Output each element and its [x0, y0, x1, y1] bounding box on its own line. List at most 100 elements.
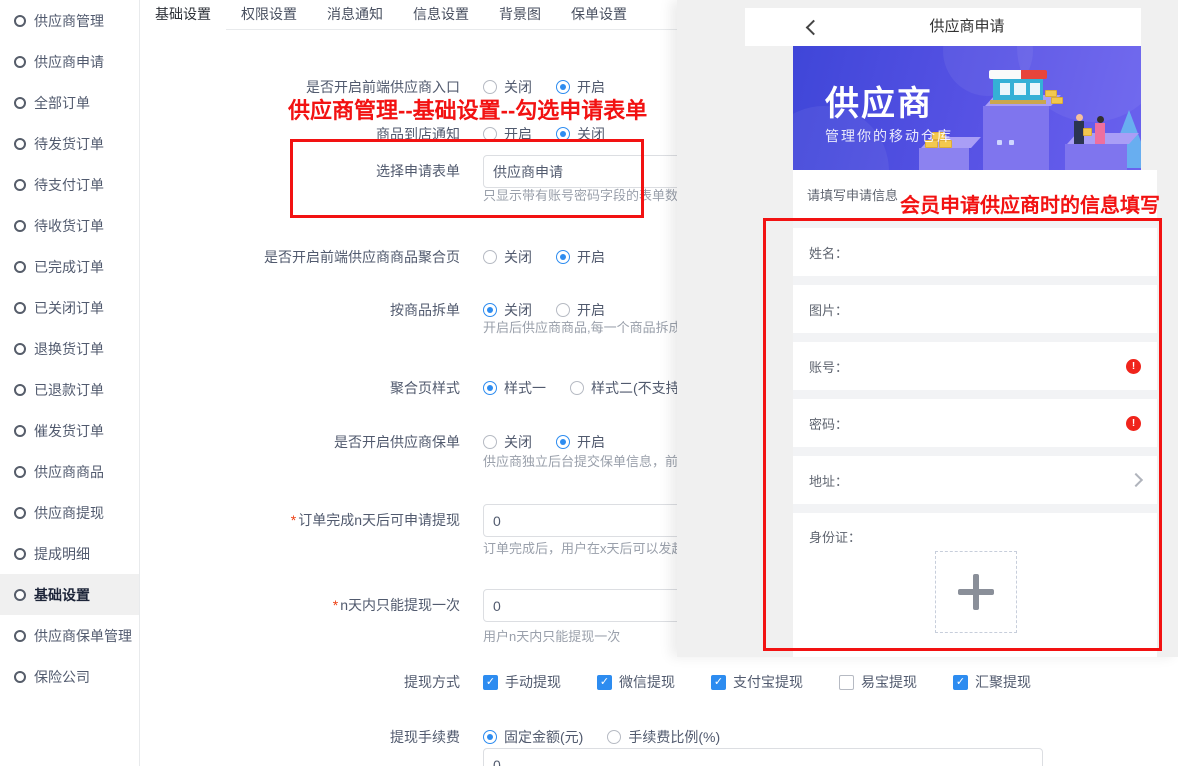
tab-policy-settings[interactable]: 保单设置: [556, 0, 642, 29]
tab-background-image[interactable]: 背景图: [484, 0, 556, 29]
circle-icon: [14, 589, 26, 601]
required-badge-icon: [1126, 359, 1141, 374]
radio-icon: [483, 127, 497, 141]
circle-icon: [14, 138, 26, 150]
radio-icon-selected: [483, 303, 497, 317]
radio-close[interactable]: 关闭: [483, 300, 532, 320]
field-row-address[interactable]: 地址：: [793, 456, 1157, 504]
sidebar-item-supplier-apply[interactable]: 供应商申请: [0, 41, 139, 82]
tab-message-notice[interactable]: 消息通知: [312, 0, 398, 29]
radio-open[interactable]: 开启: [483, 124, 532, 144]
store-icon: [989, 70, 1047, 104]
tab-info-settings[interactable]: 信息设置: [398, 0, 484, 29]
withdraw-methods-label: 提现方式: [140, 672, 460, 692]
sidebar-item-supplier-goods[interactable]: 供应商商品: [0, 451, 139, 492]
fee-input[interactable]: [483, 748, 1043, 766]
sidebar-item-label: 保险公司: [34, 667, 90, 687]
sidebar-item-refunded-orders[interactable]: 已退款订单: [0, 369, 139, 410]
tab-permission-settings[interactable]: 权限设置: [226, 0, 312, 29]
radio-label: 关闭: [577, 124, 605, 144]
pillar-dot: [1009, 140, 1014, 145]
field-row-password[interactable]: 密码：: [793, 399, 1157, 447]
radio-close[interactable]: 关闭: [483, 432, 532, 452]
field-row-account[interactable]: 账号：: [793, 342, 1157, 390]
radio-fixed-amount[interactable]: 固定金额(元): [483, 727, 583, 747]
checkbox-label: 易宝提现: [861, 672, 917, 692]
sidebar-item-return-orders[interactable]: 退换货订单: [0, 328, 139, 369]
sidebar-item-label: 供应商提现: [34, 503, 104, 523]
sidebar-item-label: 供应商保单管理: [34, 626, 132, 646]
checkbox-checked-icon: [953, 675, 968, 690]
person-female: [1095, 123, 1105, 144]
sidebar-item-supplier-manage[interactable]: 供应商管理: [0, 0, 139, 41]
field-label: 图片：: [809, 300, 848, 319]
checkbox-label: 支付宝提现: [733, 672, 803, 692]
pillar-left: [919, 148, 969, 170]
required-mark: *: [333, 597, 338, 613]
sidebar-item-label: 待发货订单: [34, 134, 104, 154]
fee-radio-group: 固定金额(元) 手续费比例(%): [483, 727, 720, 747]
sidebar-item-insurance-company[interactable]: 保险公司: [0, 656, 139, 697]
sidebar-item-to-pay-orders[interactable]: 待支付订单: [0, 164, 139, 205]
radio-close[interactable]: 关闭: [483, 247, 532, 267]
sidebar-item-to-ship-orders[interactable]: 待发货订单: [0, 123, 139, 164]
radio-fee-ratio[interactable]: 手续费比例(%): [607, 727, 720, 747]
radio-label: 关闭: [504, 300, 532, 320]
circle-icon: [14, 220, 26, 232]
pillar-dot: [997, 140, 1002, 145]
sidebar-item-label: 基础设置: [34, 585, 90, 605]
sidebar-item-basic-settings[interactable]: 基础设置: [0, 574, 139, 615]
withdraw-limit-label: *n天内只能提现一次: [140, 595, 460, 615]
sidebar-item-supplier-withdraw[interactable]: 供应商提现: [0, 492, 139, 533]
checkbox-alipay-withdraw[interactable]: 支付宝提现: [711, 672, 803, 692]
split-order-radio-group: 关闭 开启: [483, 300, 605, 320]
radio-icon: [570, 381, 584, 395]
aggregate-style-label: 聚合页样式: [140, 378, 460, 398]
sidebar-item-urge-ship-orders[interactable]: 催发货订单: [0, 410, 139, 451]
sidebar-item-commission-detail[interactable]: 提成明细: [0, 533, 139, 574]
person-head: [1097, 116, 1104, 123]
sidebar-item-completed-orders[interactable]: 已完成订单: [0, 246, 139, 287]
radio-open[interactable]: 开启: [556, 432, 605, 452]
circle-icon: [14, 343, 26, 355]
tab-basic-settings[interactable]: 基础设置: [140, 0, 226, 30]
field-row-idcard: 身份证：: [793, 513, 1157, 657]
circle-icon: [14, 97, 26, 109]
circle-icon: [14, 179, 26, 191]
radio-style-one[interactable]: 样式一: [483, 378, 546, 398]
sidebar-item-label: 供应商申请: [34, 52, 104, 72]
sidebar-item-policy-manage[interactable]: 供应商保单管理: [0, 615, 139, 656]
sidebar-item-all-orders[interactable]: 全部订单: [0, 82, 139, 123]
radio-open[interactable]: 开启: [556, 300, 605, 320]
banner-heading: 供应商: [825, 76, 933, 125]
sidebar-item-to-receive-orders[interactable]: 待收货订单: [0, 205, 139, 246]
sidebar-item-label: 已完成订单: [34, 257, 104, 277]
policy-radio-group: 关闭 开启: [483, 432, 605, 452]
upload-button[interactable]: [935, 551, 1017, 633]
radio-icon-selected: [483, 730, 497, 744]
radio-icon: [607, 730, 621, 744]
radio-icon-selected: [556, 250, 570, 264]
radio-icon: [483, 435, 497, 449]
field-label: 账号：: [809, 357, 848, 376]
radio-open[interactable]: 开启: [556, 247, 605, 267]
checkbox-manual-withdraw[interactable]: 手动提现: [483, 672, 561, 692]
radio-close[interactable]: 关闭: [556, 124, 605, 144]
radio-label: 开启: [577, 432, 605, 452]
radio-label: 关闭: [504, 432, 532, 452]
field-row-image[interactable]: 图片：: [793, 285, 1157, 333]
radio-icon-selected: [556, 80, 570, 94]
checkbox-checked-icon: [597, 675, 612, 690]
intro-label: 请填写申请信息: [807, 185, 898, 204]
field-row-name[interactable]: 姓名：: [793, 228, 1157, 276]
checkbox-wechat-withdraw[interactable]: 微信提现: [597, 672, 675, 692]
sidebar-item-closed-orders[interactable]: 已关闭订单: [0, 287, 139, 328]
checkbox-label: 手动提现: [505, 672, 561, 692]
sidebar-item-label: 供应商商品: [34, 462, 104, 482]
gold-box: [1051, 97, 1063, 104]
apply-form-hint: 只显示带有账号密码字段的表单数据: [483, 187, 691, 205]
checkbox-huiju-withdraw[interactable]: 汇聚提现: [953, 672, 1031, 692]
banner-subheading: 管理你的移动仓库: [825, 126, 953, 146]
checkbox-yeepay-withdraw[interactable]: 易宝提现: [839, 672, 917, 692]
field-label: 姓名：: [809, 243, 848, 262]
